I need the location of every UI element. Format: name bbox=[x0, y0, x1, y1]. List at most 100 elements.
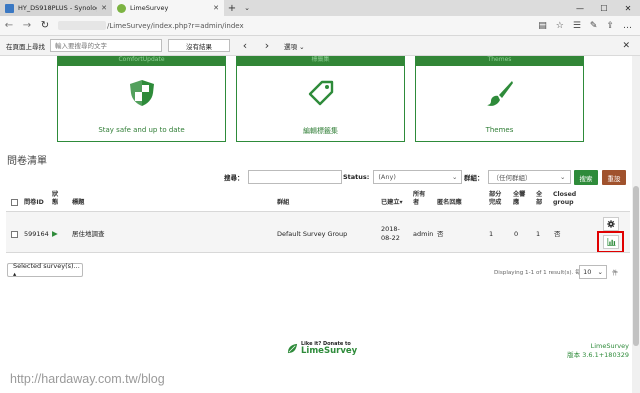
card-description: 編輯標籤集 bbox=[303, 127, 338, 135]
find-previous-icon[interactable]: ‹ bbox=[238, 39, 252, 52]
cell-title[interactable]: 居住地調查 bbox=[72, 230, 105, 239]
column-header-total[interactable]: 全部 bbox=[536, 191, 544, 207]
tab-title: HY_DS918PLUS - Synology I bbox=[18, 4, 97, 12]
refresh-icon[interactable]: ↻ bbox=[36, 20, 54, 31]
maximize-button[interactable]: ☐ bbox=[592, 0, 616, 16]
find-close-icon[interactable]: ✕ bbox=[622, 41, 630, 51]
favorite-star-icon[interactable]: ☆ bbox=[556, 21, 564, 31]
cell-total: 1 bbox=[536, 230, 541, 238]
favorites-hub-icon[interactable]: ☰ bbox=[573, 21, 581, 31]
scrollbar-thumb[interactable] bbox=[633, 186, 639, 346]
column-header-status[interactable]: 狀態 bbox=[52, 191, 62, 207]
status-value: (Any) bbox=[378, 173, 396, 181]
close-icon[interactable]: ✕ bbox=[213, 4, 219, 12]
status-select[interactable]: (Any) ⌄ bbox=[373, 170, 463, 184]
new-tab-button[interactable]: + bbox=[224, 0, 240, 16]
window-controls: — ☐ ✕ bbox=[568, 0, 640, 16]
reading-view-icon[interactable]: ▤ bbox=[538, 21, 547, 31]
url-field[interactable]: /LimeSurvey/index.php?r=admin/index bbox=[58, 21, 244, 30]
tab-limesurvey[interactable]: LimeSurvey ✕ bbox=[112, 0, 224, 16]
column-header-full[interactable]: 全響應 bbox=[513, 191, 527, 207]
column-header-owner[interactable]: 所有者 bbox=[413, 191, 427, 207]
card-comfortupdate[interactable]: ComfortUpdate Stay safe and up to date bbox=[57, 56, 226, 142]
url-text: /LimeSurvey/index.php?r=admin/index bbox=[107, 21, 244, 30]
tab-title: LimeSurvey bbox=[130, 4, 169, 12]
version-info: LimeSurvey 版本 3.6.1+180329 bbox=[567, 342, 629, 360]
find-on-page-bar: 在頁面上尋找 沒有結果 ‹ › 選項 ⌄ ✕ bbox=[0, 36, 640, 56]
card-themes[interactable]: Themes Themes bbox=[415, 56, 584, 142]
column-header-created[interactable]: 已建立▾ bbox=[381, 199, 403, 207]
column-header-title[interactable]: 標題 bbox=[72, 199, 84, 207]
back-icon[interactable]: ← bbox=[0, 20, 18, 31]
tag-icon bbox=[308, 80, 333, 106]
pagination-summary: Displaying 1-1 of 1 result(s). 每頁 bbox=[494, 270, 587, 276]
find-options-button[interactable]: 選項 ⌄ bbox=[284, 41, 305, 51]
reset-button[interactable]: 重設 bbox=[602, 170, 626, 185]
cell-closed-group: 否 bbox=[554, 230, 561, 238]
search-label: 搜尋： bbox=[224, 174, 244, 182]
status-active-icon: ▶ bbox=[52, 229, 58, 238]
page-size-unit: 件 bbox=[612, 270, 619, 277]
cell-owner: admin bbox=[413, 230, 434, 238]
page-size-value: 10 bbox=[583, 268, 592, 276]
search-button[interactable]: 搜索 bbox=[574, 170, 598, 185]
column-header-closed-group[interactable]: Closed group bbox=[553, 191, 577, 207]
status-filter: Status: (Any) ⌄ bbox=[343, 170, 463, 184]
redacted-host bbox=[58, 21, 106, 30]
tab-list-button[interactable]: ⌄ bbox=[240, 0, 254, 16]
more-menu-icon[interactable]: … bbox=[623, 21, 632, 31]
card-label-sets[interactable]: 標籤集 編輯標籤集 bbox=[236, 56, 405, 142]
watermark-text: http://hardaway.com.tw/blog bbox=[10, 372, 165, 386]
cell-id: 599164 bbox=[24, 230, 49, 238]
cell-group: Default Survey Group bbox=[277, 230, 348, 238]
cell-full: 0 bbox=[514, 230, 519, 238]
logo-wordmark: LimeSurvey bbox=[301, 346, 358, 356]
cell-created: 2018-08-22 bbox=[381, 225, 400, 242]
selected-surveys-button[interactable]: Selected survey(s)... ▴ bbox=[7, 262, 83, 278]
shield-icon bbox=[129, 80, 154, 106]
table-bottom-divider bbox=[6, 252, 630, 253]
search-filter: 搜尋： bbox=[224, 170, 342, 184]
cell-partial: 1 bbox=[489, 230, 494, 238]
group-filter: 群組： （任何群組） ⌄ bbox=[464, 170, 571, 184]
close-icon[interactable]: ✕ bbox=[101, 4, 107, 12]
browser-toolbar-icons: ▤ ☆ ☰ ✎ ⇪ … bbox=[538, 21, 640, 31]
browser-tab-bar: HY_DS918PLUS - Synology I ✕ LimeSurvey ✕… bbox=[0, 0, 640, 16]
notes-pen-icon[interactable]: ✎ bbox=[590, 21, 598, 31]
highlight-box bbox=[597, 231, 624, 253]
settings-gear-button[interactable] bbox=[603, 217, 619, 231]
find-input[interactable] bbox=[50, 39, 162, 52]
brush-icon bbox=[486, 81, 513, 106]
search-input[interactable] bbox=[247, 170, 342, 184]
column-header-id[interactable]: 問卷ID bbox=[24, 199, 44, 207]
chevron-down-icon: ⌄ bbox=[597, 268, 603, 276]
limesurvey-logo-icon bbox=[287, 343, 298, 354]
card-header: ComfortUpdate bbox=[58, 56, 225, 66]
find-next-icon[interactable]: › bbox=[260, 39, 274, 52]
card-header: 標籤集 bbox=[237, 56, 404, 66]
group-select[interactable]: （任何群組） ⌄ bbox=[487, 170, 571, 184]
tab-synology[interactable]: HY_DS918PLUS - Synology I ✕ bbox=[0, 0, 112, 16]
chevron-down-icon: ⌄ bbox=[451, 173, 458, 181]
column-header-anonymous[interactable]: 匿名回應 bbox=[437, 199, 462, 207]
close-window-button[interactable]: ✕ bbox=[616, 0, 640, 16]
minimize-button[interactable]: — bbox=[568, 0, 592, 16]
cell-anonymous: 否 bbox=[437, 230, 444, 238]
column-header-partial[interactable]: 部分完成 bbox=[489, 191, 503, 207]
donate-logo[interactable]: Like it? Donate to LimeSurvey bbox=[287, 341, 357, 356]
card-header: Themes bbox=[416, 56, 583, 66]
group-label: 群組： bbox=[464, 174, 484, 182]
gear-icon bbox=[607, 220, 615, 228]
status-label: Status: bbox=[343, 173, 370, 181]
forward-icon[interactable]: → bbox=[18, 20, 36, 31]
donate-logo-text: Like it? Donate to LimeSurvey bbox=[301, 341, 357, 356]
column-header-group[interactable]: 群組 bbox=[277, 199, 289, 207]
row-checkbox[interactable] bbox=[11, 231, 18, 238]
product-link[interactable]: LimeSurvey bbox=[567, 342, 629, 351]
card-description: Themes bbox=[485, 126, 514, 134]
share-icon[interactable]: ⇪ bbox=[606, 21, 614, 31]
page-size-select[interactable]: 10 ⌄ bbox=[579, 265, 607, 279]
page-scrollbar[interactable] bbox=[632, 56, 640, 393]
address-bar: ← → ↻ /LimeSurvey/index.php?r=admin/inde… bbox=[0, 16, 640, 36]
select-all-checkbox[interactable] bbox=[11, 199, 18, 206]
